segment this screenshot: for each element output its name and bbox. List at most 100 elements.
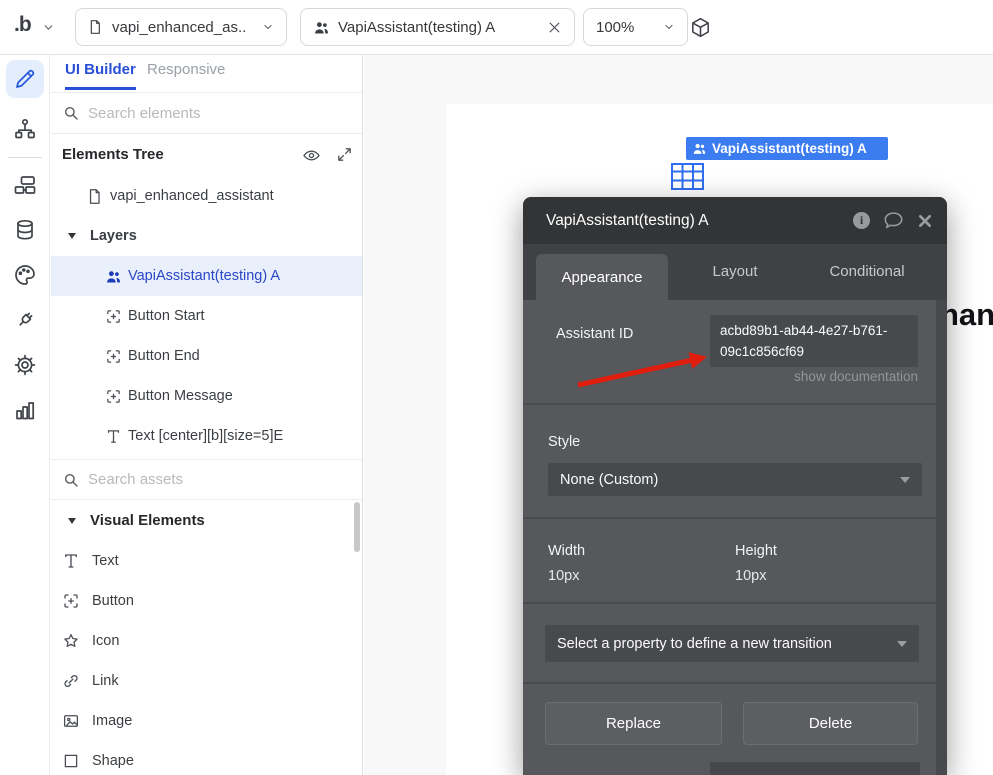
transition-property-dropdown[interactable]: Select a property to define a new transi… [545, 625, 919, 662]
asset-item-text[interactable]: Text [51, 541, 362, 581]
people-icon [313, 19, 330, 36]
width-label: Width [548, 543, 585, 559]
design-pencil-icon[interactable] [13, 67, 37, 91]
tree-group-layers[interactable]: Layers [51, 216, 362, 256]
expand-icon[interactable] [336, 146, 353, 163]
tree-item-label: Button End [128, 336, 200, 376]
tree-item-label: Button Start [128, 296, 205, 336]
zoom-level-dropdown[interactable]: 100% [583, 8, 688, 46]
asset-item-label: Button [92, 581, 134, 621]
selected-grid-element[interactable] [671, 163, 704, 190]
style-dropdown-value: None (Custom) [560, 472, 658, 488]
button-element-icon [104, 387, 122, 405]
chevron-down-icon [897, 641, 907, 647]
tree-item-button-start[interactable]: Button Start [51, 296, 362, 336]
section-divider [523, 682, 936, 684]
visual-elements-title: Visual Elements [90, 501, 205, 541]
search-icon [62, 104, 80, 122]
workflow-sitemap-icon[interactable] [13, 117, 37, 141]
plugins-plug-icon[interactable] [13, 308, 37, 332]
search-assets-input[interactable] [88, 471, 318, 488]
comment-bubble-icon[interactable] [883, 211, 904, 230]
settings-gear-icon[interactable] [13, 353, 37, 377]
elements-tree-title: Elements Tree [62, 146, 164, 163]
search-elements-input[interactable] [88, 105, 318, 122]
section-divider [523, 517, 936, 519]
asset-item-button[interactable]: Button [51, 581, 362, 621]
search-elements-row [51, 93, 362, 134]
database-icon[interactable] [13, 218, 37, 242]
visual-elements-group[interactable]: Visual Elements [51, 501, 362, 541]
replace-button[interactable]: Replace [545, 702, 722, 745]
inspector-header[interactable]: VapiAssistant(testing) A i [523, 197, 947, 244]
panel-scrollbar-thumb[interactable] [354, 502, 360, 552]
tree-item-page[interactable]: vapi_enhanced_assistant [51, 176, 362, 216]
people-icon [104, 267, 122, 285]
panel-tabs: UI Builder Responsive [51, 55, 362, 93]
page-selector-dropdown[interactable]: vapi_enhanced_as... [75, 8, 287, 46]
components-icon[interactable] [13, 173, 37, 197]
delete-button[interactable]: Delete [743, 702, 918, 745]
component-library-cube-icon[interactable] [689, 16, 712, 39]
section-divider [523, 602, 936, 604]
zoom-level-value: 100% [596, 19, 634, 36]
tree-item-button-message[interactable]: Button Message [51, 376, 362, 416]
image-icon [62, 712, 80, 730]
layers-label: Layers [90, 216, 137, 256]
info-icon[interactable]: i [853, 212, 870, 229]
section-divider [523, 403, 936, 405]
element-selector-dropdown[interactable]: VapiAssistant(testing) A [300, 8, 575, 46]
inspector-tab-bar: Appearance Layout Conditional [523, 244, 947, 300]
search-icon [62, 471, 80, 489]
tree-item-button-end[interactable]: Button End [51, 336, 362, 376]
star-icon [62, 632, 80, 650]
tab-ui-builder[interactable]: UI Builder [65, 61, 136, 90]
top-toolbar: .b vapi_enhanced_as... VapiAssistant(tes… [0, 0, 993, 55]
tree-item-label: VapiAssistant(testing) A [128, 256, 280, 296]
tab-conditional[interactable]: Conditional [811, 244, 923, 300]
people-icon [692, 141, 707, 156]
asset-item-label: Icon [92, 621, 119, 661]
zoom-chevron-down-icon [663, 21, 675, 33]
asset-item-label: Shape [92, 741, 134, 775]
inspector-scrollbar[interactable] [936, 300, 947, 775]
tab-layout[interactable]: Layout [683, 244, 787, 300]
assistant-id-input[interactable]: acbd89b1-ab44-4e27-b761-09c1c856cf69 [710, 315, 918, 367]
partial-field [710, 762, 920, 775]
styles-palette-icon[interactable] [13, 263, 37, 287]
tree-item-vapiassistant[interactable]: VapiAssistant(testing) A [51, 256, 362, 296]
caret-down-icon[interactable] [68, 233, 76, 239]
bubble-logo[interactable]: .b [14, 13, 31, 37]
asset-item-link[interactable]: Link [51, 661, 362, 701]
text-element-icon [62, 552, 80, 570]
text-element-icon [104, 427, 122, 445]
logo-chevron-down-icon[interactable] [42, 21, 55, 34]
height-label: Height [735, 543, 777, 559]
element-clear-icon[interactable] [547, 20, 562, 35]
inspector-title: VapiAssistant(testing) A [546, 212, 840, 230]
page-file-icon [86, 187, 104, 205]
asset-item-icon[interactable]: Icon [51, 621, 362, 661]
canvas-partial-text[interactable]: hanced [940, 297, 993, 333]
style-dropdown[interactable]: None (Custom) [548, 463, 922, 496]
elements-tree-header: Elements Tree [51, 135, 362, 176]
eye-icon[interactable] [302, 146, 321, 165]
page-file-icon [88, 19, 104, 35]
tree-item-text[interactable]: Text [center][b][size=5]E [51, 416, 362, 456]
tree-item-label: vapi_enhanced_assistant [110, 176, 274, 216]
asset-item-image[interactable]: Image [51, 701, 362, 741]
caret-down-icon[interactable] [68, 518, 76, 524]
show-documentation-link[interactable]: show documentation [794, 369, 918, 384]
logs-chart-icon[interactable] [13, 398, 37, 422]
assistant-id-label: Assistant ID [556, 326, 633, 342]
chevron-down-icon [900, 477, 910, 483]
tab-appearance[interactable]: Appearance [536, 254, 668, 300]
selected-element-badge-label: VapiAssistant(testing) A [712, 141, 867, 156]
design-canvas[interactable]: hanced VapiAssistant(testing) A VapiAssi… [364, 55, 993, 775]
button-element-icon [62, 592, 80, 610]
tab-responsive[interactable]: Responsive [147, 61, 225, 78]
asset-item-shape[interactable]: Shape [51, 741, 362, 775]
selected-element-badge[interactable]: VapiAssistant(testing) A [686, 137, 888, 160]
close-icon[interactable] [917, 213, 933, 229]
button-element-icon [104, 307, 122, 325]
